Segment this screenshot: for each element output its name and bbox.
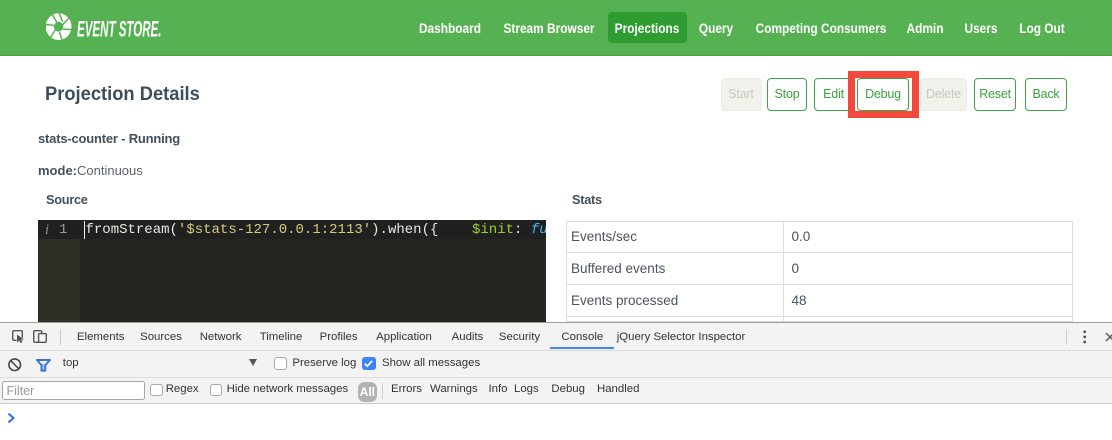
- svg-text:EVENT STORE.: EVENT STORE.: [77, 17, 162, 42]
